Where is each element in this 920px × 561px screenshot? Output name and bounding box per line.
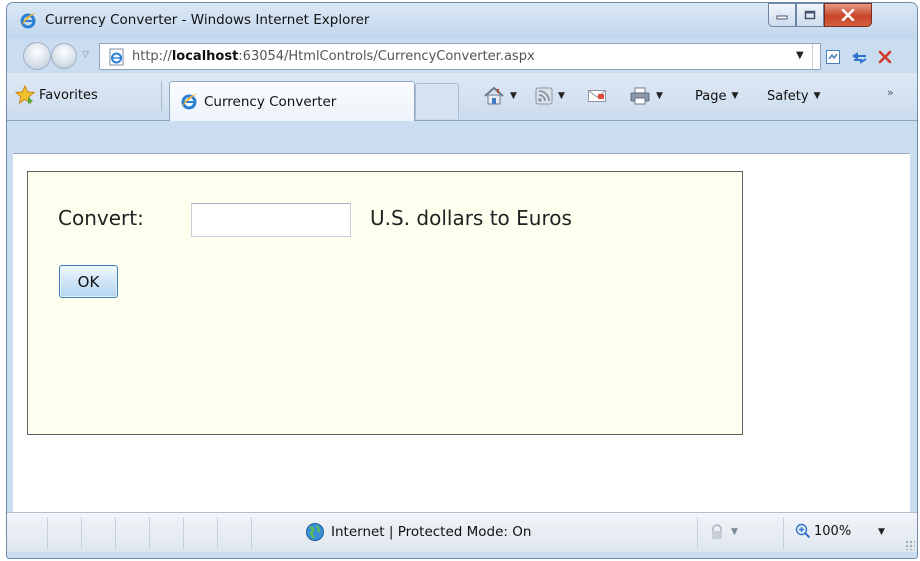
tab-currency-converter[interactable]: Currency Converter <box>169 81 415 121</box>
maximize-icon <box>804 10 816 20</box>
print-button[interactable]: ▼ <box>629 85 663 107</box>
print-dropdown-icon[interactable]: ▼ <box>656 91 663 101</box>
navigation-bar: ▽ http://localhost:63054/HtmlControls/Cu… <box>7 39 917 73</box>
feeds-dropdown-icon[interactable]: ▼ <box>558 91 565 101</box>
home-dropdown-icon[interactable]: ▼ <box>510 91 517 101</box>
currency-label: U.S. dollars to Euros <box>370 206 572 230</box>
lock-icon <box>712 524 722 539</box>
new-tab-button[interactable] <box>415 83 459 119</box>
security-zone[interactable]: Internet | Protected Mode: On <box>305 522 531 542</box>
status-bar: Internet | Protected Mode: On ▼ 100% ▼ <box>7 512 917 552</box>
status-divider <box>81 517 82 549</box>
safety-dropdown-icon: ▼ <box>813 91 821 101</box>
url-prefix: http:// <box>132 49 172 64</box>
status-divider <box>251 517 252 549</box>
zoom-icon <box>795 523 811 539</box>
close-icon <box>841 9 855 21</box>
favorites-separator <box>161 81 162 111</box>
stop-button[interactable] <box>874 46 896 68</box>
protected-mode-button[interactable]: ▼ <box>709 524 738 540</box>
window-title: Currency Converter - Windows Internet Ex… <box>45 12 370 28</box>
compatibility-view-button[interactable] <box>822 46 844 68</box>
maximize-button[interactable] <box>796 3 824 27</box>
page-menu[interactable]: Page ▼ <box>695 85 738 107</box>
status-divider <box>217 517 218 549</box>
printer-icon <box>630 87 650 105</box>
amount-input[interactable] <box>191 203 351 237</box>
feeds-button[interactable]: ▼ <box>535 85 565 107</box>
minimize-button[interactable] <box>768 3 796 27</box>
back-button[interactable] <box>23 42 51 70</box>
page-content: Convert: U.S. dollars to Euros OK <box>13 153 910 512</box>
convert-label: Convert: <box>58 206 144 230</box>
forward-button[interactable] <box>51 43 77 69</box>
zoom-dropdown-icon[interactable]: ▼ <box>878 527 885 537</box>
favorites-label: Favorites <box>39 87 98 103</box>
home-button[interactable]: ▼ <box>483 85 517 107</box>
read-mail-button[interactable] <box>587 85 607 107</box>
ok-button[interactable]: OK <box>59 265 118 298</box>
command-bar: Favorites Currency Converter ▼ ▼ ▼ Page … <box>7 73 917 121</box>
tab-label: Currency Converter <box>204 94 337 110</box>
close-window-button[interactable] <box>824 3 872 27</box>
title-bar: Currency Converter - Windows Internet Ex… <box>7 3 917 39</box>
globe-icon <box>306 523 324 541</box>
stop-icon <box>878 50 892 64</box>
resize-grip[interactable] <box>905 540 915 550</box>
status-divider <box>697 517 698 549</box>
url-host: localhost <box>171 49 239 64</box>
mail-icon <box>588 90 606 102</box>
page-menu-label: Page <box>695 88 727 104</box>
feeds-icon <box>535 87 553 105</box>
security-zone-text: Internet | Protected Mode: On <box>331 524 532 540</box>
url-path: :63054/HtmlControls/CurrencyConverter.as… <box>238 49 535 64</box>
address-separator <box>812 44 813 69</box>
status-divider <box>783 517 784 549</box>
recent-pages-dropdown-icon[interactable]: ▽ <box>82 50 89 60</box>
compatibility-view-icon <box>826 50 840 64</box>
safety-menu[interactable]: Safety ▼ <box>767 85 821 107</box>
zoom-level: 100% <box>814 523 852 539</box>
status-divider <box>115 517 116 549</box>
zoom-control[interactable]: 100% <box>795 523 851 539</box>
favorites-button[interactable]: Favorites <box>15 83 98 107</box>
home-icon <box>484 86 504 105</box>
refresh-icon <box>852 52 867 64</box>
protected-mode-dropdown-icon: ▼ <box>731 527 738 537</box>
address-url[interactable]: http://localhost:63054/HtmlControls/Curr… <box>132 49 535 64</box>
address-dropdown-icon[interactable]: ▼ <box>796 50 804 61</box>
refresh-button[interactable] <box>848 46 870 68</box>
address-bar[interactable]: http://localhost:63054/HtmlControls/Curr… <box>99 43 892 70</box>
status-divider <box>47 517 48 549</box>
converter-panel: Convert: U.S. dollars to Euros OK <box>27 171 743 435</box>
safety-menu-label: Safety <box>767 88 809 104</box>
page-icon <box>109 48 124 66</box>
more-commands-button[interactable]: » <box>887 81 894 103</box>
status-divider <box>149 517 150 549</box>
status-divider <box>183 517 184 549</box>
minimize-icon <box>776 15 788 20</box>
internet-explorer-icon <box>20 13 36 29</box>
page-dropdown-icon: ▼ <box>731 91 739 101</box>
browser-window: Currency Converter - Windows Internet Ex… <box>6 2 918 559</box>
favorites-star-icon <box>15 85 35 105</box>
internet-explorer-icon <box>181 94 197 110</box>
